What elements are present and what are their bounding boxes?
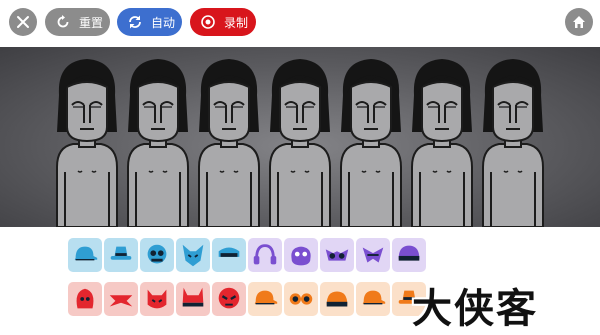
cap-icon bbox=[362, 290, 386, 305]
sound-icon-glasses[interactable] bbox=[320, 238, 354, 272]
sound-icon-hood[interactable] bbox=[68, 282, 102, 316]
hat-icon bbox=[110, 246, 132, 260]
performer[interactable] bbox=[269, 59, 331, 227]
hood-icon bbox=[76, 288, 94, 309]
performer[interactable] bbox=[127, 59, 189, 227]
visor-icon bbox=[218, 247, 240, 257]
performer[interactable] bbox=[411, 59, 473, 227]
headphones-icon bbox=[253, 244, 277, 265]
performer[interactable] bbox=[482, 59, 544, 227]
performer[interactable] bbox=[56, 59, 118, 227]
auto-icon bbox=[127, 14, 143, 30]
helmet-icon bbox=[398, 245, 420, 261]
sound-icon-cap[interactable] bbox=[248, 282, 282, 316]
performer[interactable] bbox=[340, 59, 402, 227]
performer-stage bbox=[0, 47, 600, 227]
mask-icon bbox=[147, 244, 167, 264]
sound-icon-helmet[interactable] bbox=[392, 238, 426, 272]
home-icon bbox=[571, 14, 587, 30]
sound-icon-skull[interactable] bbox=[212, 282, 246, 316]
record-icon bbox=[200, 14, 216, 30]
sound-icon-mask[interactable] bbox=[140, 238, 174, 272]
cap-icon bbox=[74, 246, 98, 261]
sound-icon-headphones[interactable] bbox=[248, 238, 282, 272]
glasses-icon bbox=[325, 249, 349, 261]
record-button[interactable]: 录制 bbox=[190, 8, 256, 36]
sound-icon-goggles[interactable] bbox=[284, 282, 318, 316]
performers bbox=[56, 59, 544, 227]
sound-icon-fox[interactable] bbox=[176, 238, 210, 272]
horns-icon bbox=[182, 287, 204, 307]
sound-icon-devil[interactable] bbox=[140, 282, 174, 316]
reset-label: 重置 bbox=[79, 15, 104, 30]
skull-icon bbox=[218, 287, 240, 309]
goggles-icon bbox=[289, 293, 313, 305]
performer[interactable] bbox=[198, 59, 260, 227]
bandana-icon bbox=[109, 295, 133, 307]
auto-button[interactable]: 自动 bbox=[117, 8, 182, 36]
sound-icon-horns[interactable] bbox=[176, 282, 210, 316]
sound-icon-bandana[interactable] bbox=[104, 282, 138, 316]
sound-icon-cap[interactable] bbox=[68, 238, 102, 272]
sound-icon-visor[interactable] bbox=[212, 238, 246, 272]
close-icon bbox=[15, 14, 31, 30]
sound-icon-cap[interactable] bbox=[356, 282, 390, 316]
sound-icon-wing[interactable] bbox=[356, 238, 390, 272]
reset-button[interactable]: 重置 bbox=[45, 8, 110, 36]
close-button[interactable] bbox=[9, 8, 37, 36]
home-button[interactable] bbox=[565, 8, 593, 36]
fox-icon bbox=[182, 244, 204, 267]
reset-icon bbox=[55, 14, 71, 30]
sound-icon-hat[interactable] bbox=[104, 238, 138, 272]
wing-icon bbox=[362, 247, 384, 263]
cap-icon bbox=[254, 290, 278, 305]
devil-icon bbox=[147, 289, 167, 309]
sound-icon-beanie[interactable] bbox=[320, 282, 354, 316]
blob-icon bbox=[291, 246, 311, 266]
record-label: 录制 bbox=[224, 15, 249, 30]
beanie-icon bbox=[326, 291, 348, 307]
auto-label: 自动 bbox=[151, 15, 176, 30]
watermark-logo: 大侠客 bbox=[412, 286, 538, 332]
toolbar: 重置 自动 录制 bbox=[0, 0, 600, 44]
sound-icon-blob[interactable] bbox=[284, 238, 318, 272]
